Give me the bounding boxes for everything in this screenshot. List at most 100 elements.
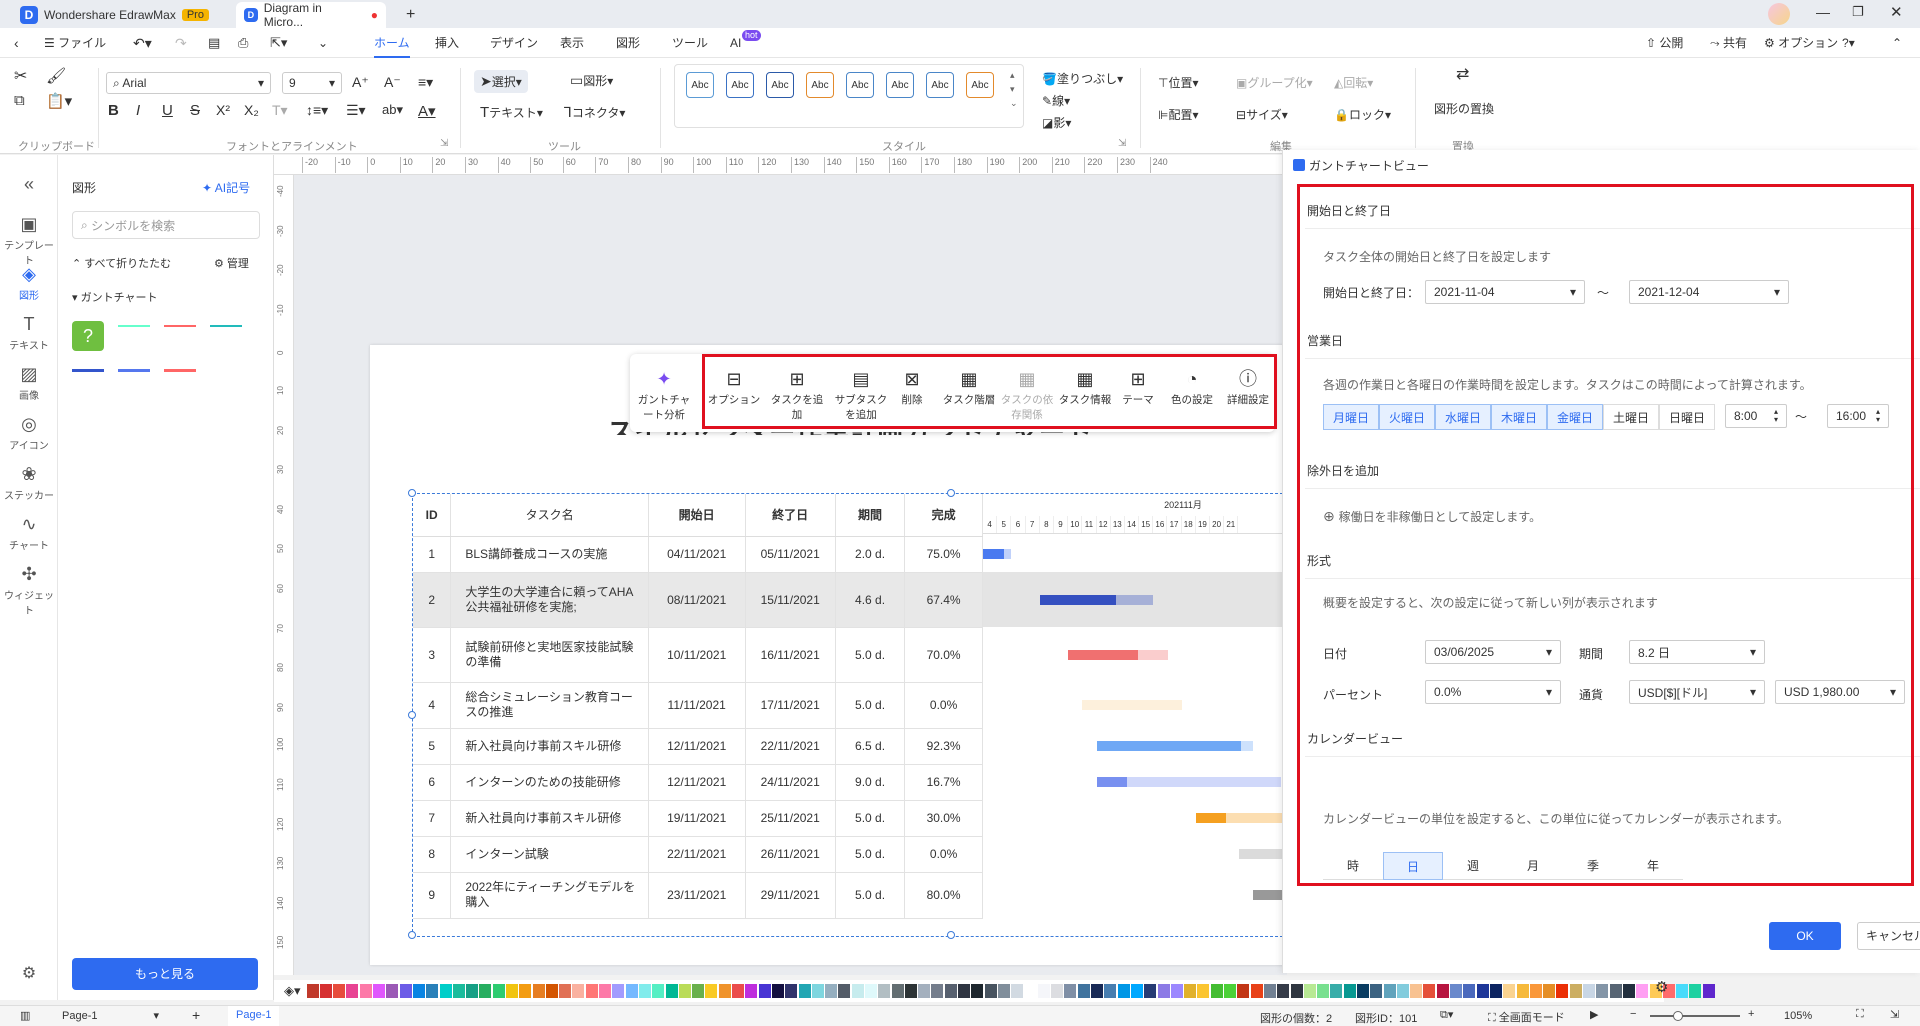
color-swatch[interactable]	[984, 984, 997, 998]
color-swatch[interactable]	[612, 984, 625, 998]
color-swatch[interactable]	[599, 984, 612, 998]
options-button[interactable]: ⚙ オプション	[1764, 28, 1838, 58]
color-swatch[interactable]	[891, 984, 904, 998]
color-swatch[interactable]	[1144, 984, 1157, 998]
color-swatch[interactable]	[878, 984, 891, 998]
gantt-bar[interactable]	[1082, 700, 1182, 710]
subscript-icon[interactable]: X₂	[244, 102, 259, 118]
color-swatch[interactable]	[918, 984, 931, 998]
resize-handle[interactable]	[408, 711, 416, 719]
connector-tool[interactable]: ⅂ コネクタ ▾	[564, 104, 625, 121]
replace-shape-button[interactable]: 図形の置換	[1434, 100, 1494, 117]
color-swatch[interactable]	[718, 984, 731, 998]
color-swatch[interactable]	[1583, 984, 1596, 998]
color-swatch[interactable]	[1037, 984, 1050, 998]
color-swatch[interactable]	[532, 984, 545, 998]
color-swatch[interactable]	[1303, 984, 1316, 998]
color-swatch[interactable]	[1436, 984, 1449, 998]
color-swatch[interactable]	[1609, 984, 1622, 998]
copy-icon[interactable]: ⧉	[14, 92, 25, 109]
color-swatch[interactable]	[1077, 984, 1090, 998]
table-row[interactable]: 1 BLS講師養成コースの実施 04/11/2021 05/11/2021 2.0 d.…	[413, 536, 983, 573]
color-swatch[interactable]	[1237, 984, 1250, 998]
expand-font-icon[interactable]: ⇲	[440, 138, 448, 149]
collapse-all-button[interactable]: ⌃ すべて折りたたむ	[72, 255, 171, 271]
color-swatch[interactable]	[1636, 984, 1649, 998]
color-swatch[interactable]	[479, 984, 492, 998]
restore-icon[interactable]: ❐	[1852, 4, 1864, 20]
format-painter-icon[interactable]: 🖌	[46, 66, 66, 86]
color-swatch[interactable]	[1516, 984, 1529, 998]
gantt-shape-6[interactable]	[164, 369, 196, 391]
fit-page-icon[interactable]: ⛶	[1856, 1008, 1864, 1021]
color-swatch[interactable]	[1476, 984, 1489, 998]
increase-font-icon[interactable]: A⁺	[352, 74, 369, 91]
color-swatch[interactable]	[319, 984, 332, 998]
color-swatch[interactable]	[904, 984, 917, 998]
nav-image[interactable]: ▨ 画像	[0, 363, 58, 402]
nav-icons[interactable]: ◎ アイコン	[0, 413, 58, 452]
nav-widgets[interactable]: ✣ ウィジェット	[0, 563, 58, 617]
collapse-icon[interactable]: ⇲	[1890, 1008, 1899, 1021]
color-swatch[interactable]	[399, 984, 412, 998]
fullscreen-button[interactable]: ⛶ 全画面モード	[1488, 1009, 1565, 1025]
resize-handle[interactable]	[947, 489, 955, 497]
color-swatch[interactable]	[359, 984, 372, 998]
tab-ai[interactable]: AI hot	[730, 28, 761, 58]
paste-icon[interactable]: 📋▾	[46, 92, 72, 110]
file-menu[interactable]: ☰ ファイル	[44, 28, 106, 58]
save-icon[interactable]: ▤	[208, 28, 220, 58]
style-preset-4[interactable]: Abc	[806, 72, 834, 98]
color-swatch[interactable]	[638, 984, 651, 998]
nav-shapes[interactable]: ◈ 図形	[0, 263, 58, 302]
tab-insert[interactable]: 挿入	[435, 28, 459, 58]
close-icon[interactable]: ✕	[1890, 3, 1903, 21]
tab-home[interactable]: ホーム	[374, 28, 410, 58]
color-swatch[interactable]	[1064, 984, 1077, 998]
color-swatch[interactable]	[1317, 984, 1330, 998]
decrease-font-icon[interactable]: A⁻	[384, 74, 401, 91]
color-swatch[interactable]	[1556, 984, 1569, 998]
help-button[interactable]: ?▾	[1842, 28, 1855, 58]
color-swatch[interactable]	[1676, 984, 1689, 998]
color-swatch[interactable]	[692, 984, 705, 998]
color-swatch[interactable]	[1210, 984, 1223, 998]
rotate-button[interactable]: ◭ 回転 ▾	[1334, 74, 1373, 91]
redo-icon[interactable]: ↷	[175, 28, 187, 58]
gantt-shape-4[interactable]	[72, 369, 104, 391]
table-row[interactable]: 4 総合シミュレーション教育コースの推進 11/11/2021 17/11/2021 5…	[413, 682, 983, 729]
gantt-shape-3[interactable]	[210, 325, 242, 347]
settings-icon[interactable]: ⚙	[0, 963, 58, 983]
color-swatch[interactable]	[412, 984, 425, 998]
page-tab[interactable]: Page-1	[228, 1006, 280, 1026]
gantt-help-shape[interactable]: ?	[72, 321, 104, 351]
color-swatch[interactable]	[1543, 984, 1556, 998]
color-swatch[interactable]	[1250, 984, 1263, 998]
color-swatch[interactable]	[346, 984, 359, 998]
superscript-icon[interactable]: X²	[216, 102, 230, 118]
table-row[interactable]: 2 大学生の大学連合に頼ってAHA公共福祉研修を実施; 08/11/2021 15/1…	[413, 572, 983, 628]
color-swatch[interactable]	[758, 984, 771, 998]
underline-icon[interactable]: U	[162, 102, 173, 119]
category-gantt[interactable]: ▾ ガントチャート	[72, 289, 157, 305]
gantt-analysis-button[interactable]: ✦ ガントチャート分析	[634, 354, 694, 432]
page-select[interactable]: Page-1 ▾	[62, 1009, 159, 1022]
color-swatch[interactable]	[997, 984, 1010, 998]
style-preset-8[interactable]: Abc	[966, 72, 994, 98]
page-layout-icon[interactable]: ▥	[20, 1009, 30, 1022]
fill-button[interactable]: 🪣 塗りつぶし ▾	[1042, 70, 1123, 87]
tab-tools[interactable]: ツール	[672, 28, 708, 58]
color-swatch[interactable]	[1011, 984, 1024, 998]
nav-stickers[interactable]: ❀ ステッカー	[0, 463, 58, 502]
style-preset-5[interactable]: Abc	[846, 72, 874, 98]
resize-handle[interactable]	[408, 931, 416, 939]
color-swatch[interactable]	[373, 984, 386, 998]
shadow-button[interactable]: ◪ 影 ▾	[1042, 114, 1071, 131]
collapse-ribbon-icon[interactable]: ⌃	[1892, 28, 1902, 58]
color-swatch[interactable]	[705, 984, 718, 998]
nav-charts[interactable]: ∿ チャート	[0, 513, 58, 552]
cancel-button[interactable]: キャンセル	[1857, 922, 1920, 950]
color-swatch[interactable]	[426, 984, 439, 998]
color-swatch[interactable]	[1024, 984, 1037, 998]
back-icon[interactable]: ‹	[14, 28, 19, 58]
